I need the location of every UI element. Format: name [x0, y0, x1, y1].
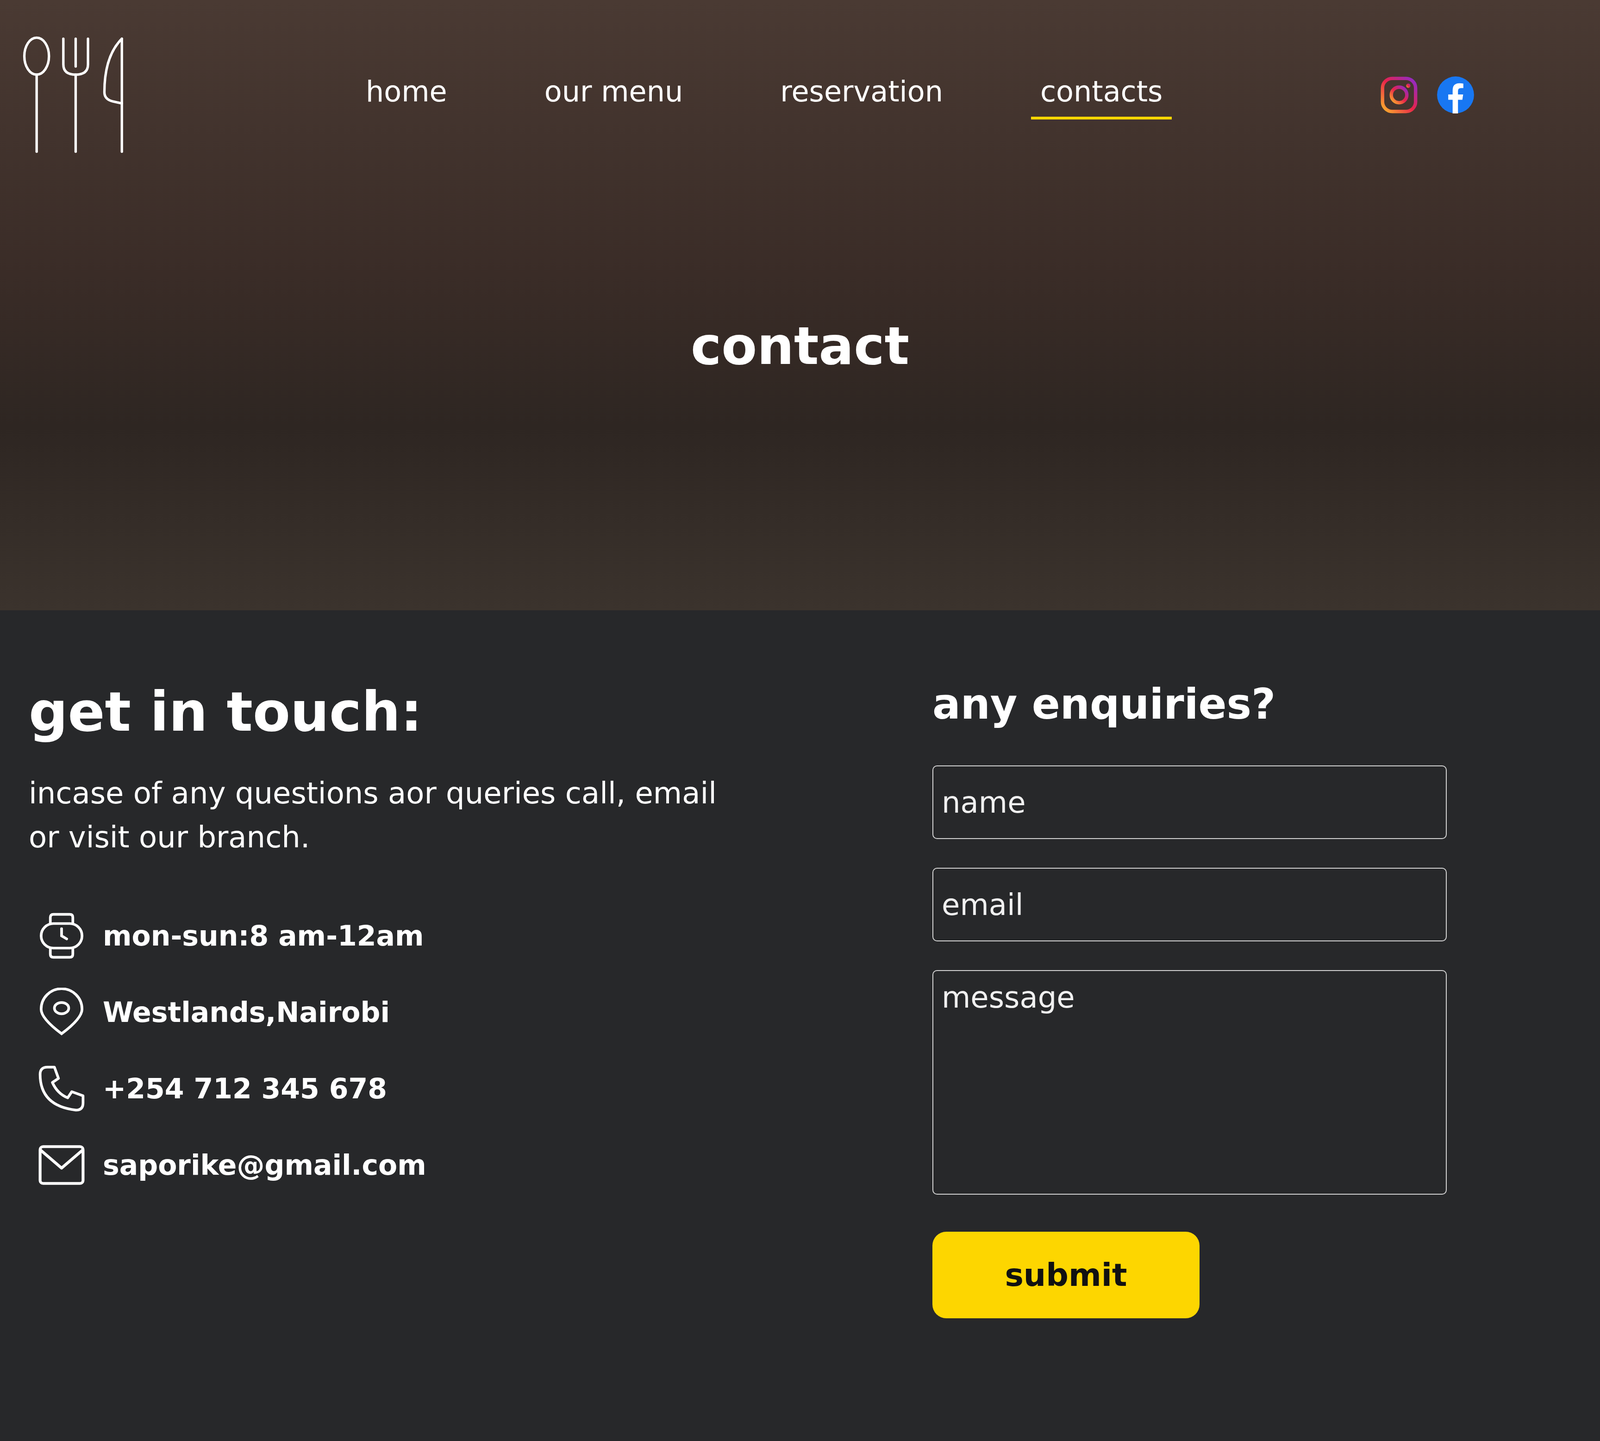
social-links [1379, 75, 1475, 115]
info-item: mon-sun:8 am-12am [37, 910, 933, 962]
enquiry-form: any enquiries? submit [932, 679, 1572, 1319]
info-list: mon-sun:8 am-12am Westlands,Nairobi +254… [37, 910, 933, 1191]
cutlery-logo-icon[interactable] [22, 35, 125, 154]
envelope-icon [37, 1140, 87, 1190]
message-field[interactable] [932, 969, 1447, 1195]
submit-button[interactable]: submit [932, 1231, 1200, 1319]
watch-icon [37, 911, 87, 961]
contact-section: get in touch: incase of any questions ao… [0, 610, 1600, 1411]
facebook-icon[interactable] [1436, 75, 1475, 115]
contact-title: get in touch: [28, 679, 933, 744]
info-text: saporike@gmail.com [102, 1148, 427, 1182]
phone-icon [37, 1063, 87, 1113]
text-field[interactable] [932, 867, 1447, 942]
info-item: +254 712 345 678 [37, 1062, 933, 1114]
info-text: mon-sun:8 am-12am [102, 919, 425, 952]
hero-title: contact [0, 315, 1600, 376]
info-item: Westlands,Nairobi [37, 986, 933, 1038]
nav-link[interactable]: our menu [535, 69, 693, 120]
info-text: Westlands,Nairobi [102, 995, 390, 1029]
form-title: any enquiries? [932, 679, 1276, 729]
contact-description: incase of any questions aor queries call… [28, 771, 724, 860]
nav-link[interactable]: home [356, 69, 457, 120]
navbar: home our menu reservation contacts [0, 0, 1600, 154]
contact-info: get in touch: incase of any questions ao… [28, 679, 933, 1319]
nav-link[interactable]: reservation [770, 69, 953, 120]
contact-page: homeour menureservationcontacts contact … [0, 0, 1600, 1441]
hero: home our menu reservation contacts contact [0, 0, 1600, 611]
instagram-icon[interactable] [1379, 75, 1419, 115]
info-item: saporike@gmail.com [37, 1139, 933, 1191]
location-pin-icon [37, 987, 87, 1037]
nav-link[interactable]: contacts [1031, 69, 1172, 120]
text-field[interactable] [932, 765, 1447, 839]
info-text: +254 712 345 678 [102, 1072, 388, 1105]
nav-links: home our menu reservation contacts [356, 69, 1172, 120]
